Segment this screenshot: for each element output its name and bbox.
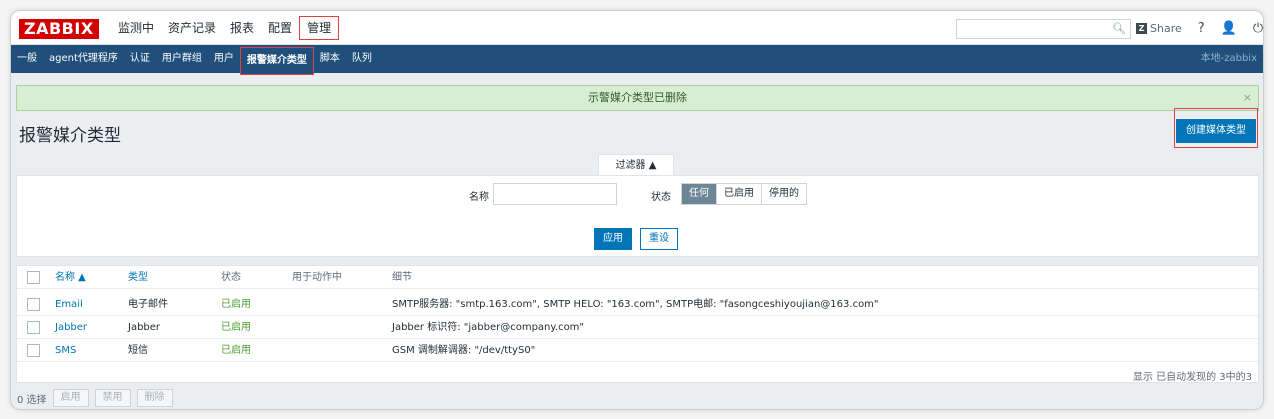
share-label: Share [1150, 21, 1182, 35]
subnav-scripts[interactable]: 脚本 [314, 48, 346, 70]
selected-count: 0 选择 [17, 394, 47, 406]
media-type: 电子邮件 [128, 299, 168, 310]
subnav-users[interactable]: 用户 [208, 48, 240, 70]
table-row: Jabber Jabber 已启用 Jabber 标识符: "jabber@co… [17, 316, 1258, 339]
menu-administration[interactable]: 管理 [299, 16, 340, 40]
media-name-link[interactable]: Email [55, 293, 83, 316]
search-input[interactable] [957, 20, 1107, 38]
filter-panel [16, 175, 1259, 257]
media-details: GSM 调制解调器: "/dev/ttyS0" [392, 345, 536, 356]
share-icon: Z [1136, 22, 1147, 34]
help-icon[interactable]: ? [1198, 21, 1205, 36]
row-checkbox[interactable] [27, 298, 40, 311]
delete-button[interactable]: 删除 [136, 389, 173, 407]
table-row: Email 电子邮件 已启用 SMTP服务器: "smtp.163.com", … [17, 293, 1258, 316]
status-any[interactable]: 任何 [682, 184, 717, 204]
table-header: 名称 ▲ 类型 状态 用于动作中 细节 [17, 266, 1258, 289]
media-details: Jabber 标识符: "jabber@company.com" [392, 322, 585, 333]
subnav-media-types[interactable]: 报警媒介类型 [239, 47, 314, 75]
header-status: 状态 [221, 272, 241, 283]
header-details: 细节 [392, 272, 412, 283]
close-icon[interactable]: × [1243, 86, 1252, 110]
message-text: 示警媒介类型已删除 [588, 91, 687, 104]
subnav-proxies[interactable]: agent代理程序 [43, 48, 124, 70]
media-name-link[interactable]: SMS [55, 339, 76, 362]
zabbix-logo[interactable]: ZABBIX [19, 19, 99, 39]
enable-button[interactable]: 启用 [52, 389, 89, 407]
apply-button[interactable]: 应用 [594, 228, 632, 250]
row-checkbox[interactable] [27, 344, 40, 357]
logout-icon[interactable]: ⏻ [1253, 21, 1263, 36]
filter-status-segmented: 任何 已启用 停用的 [681, 183, 807, 205]
create-media-type-button[interactable]: 创建媒体类型 [1176, 119, 1256, 143]
success-message: 示警媒介类型已删除 × [16, 85, 1259, 111]
search-box[interactable]: 🔍︎ [956, 19, 1131, 39]
status-toggle[interactable]: 已启用 [221, 339, 251, 362]
filter-name-input[interactable] [494, 184, 616, 204]
user-profile-icon[interactable]: 👤 [1221, 21, 1237, 36]
header-type[interactable]: 类型 [128, 266, 148, 289]
table-footer-count: 显示 已自动发现的 3中的3 [1132, 372, 1252, 383]
filter-tab[interactable]: 过滤器 ▲ [598, 154, 674, 176]
select-all-checkbox[interactable] [27, 271, 40, 284]
header-name[interactable]: 名称 ▲ [55, 266, 86, 289]
subnav-general[interactable]: 一般 [11, 48, 43, 70]
media-details: SMTP服务器: "smtp.163.com", SMTP HELO: "163… [392, 299, 879, 310]
app-window: ZABBIX 监测中 资产记录 报表 配置 管理 🔍︎ Z Share ? 👤 … [10, 10, 1264, 410]
subnav-user-groups[interactable]: 用户群组 [156, 48, 208, 70]
status-toggle[interactable]: 已启用 [221, 293, 251, 316]
mass-actions: 0 选择 启用 禁用 删除 [17, 389, 179, 407]
status-disabled[interactable]: 停用的 [762, 184, 806, 204]
row-checkbox[interactable] [27, 321, 40, 334]
media-type: Jabber [128, 322, 161, 333]
sub-navigation: 一般 agent代理程序 认证 用户群组 用户 报警媒介类型 脚本 队列 本地-… [11, 45, 1263, 75]
server-name: 本地-zabbix [1200, 53, 1257, 64]
media-types-table: 名称 ▲ 类型 状态 用于动作中 细节 Email 电子邮件 已启用 SMTP服… [16, 265, 1259, 383]
page-title: 报警媒介类型 [19, 126, 121, 146]
disable-button[interactable]: 禁用 [94, 389, 131, 407]
filter-name-field[interactable] [493, 183, 617, 205]
search-icon[interactable]: 🔍︎ [1112, 22, 1126, 35]
filter-status-label: 状态 [651, 192, 671, 203]
reset-button[interactable]: 重设 [640, 228, 678, 250]
table-row: SMS 短信 已启用 GSM 调制解调器: "/dev/ttyS0" [17, 339, 1258, 362]
menu-configuration[interactable]: 配置 [261, 17, 299, 39]
menu-inventory[interactable]: 资产记录 [161, 17, 223, 39]
share-button[interactable]: Z Share [1136, 22, 1182, 35]
header-used-in-actions: 用于动作中 [292, 272, 342, 283]
status-toggle[interactable]: 已启用 [221, 316, 251, 339]
status-enabled[interactable]: 已启用 [717, 184, 762, 204]
main-menu: 监测中 资产记录 报表 配置 管理 [111, 11, 340, 45]
subnav-queue[interactable]: 队列 [346, 48, 378, 70]
media-type: 短信 [128, 345, 148, 356]
menu-reports[interactable]: 报表 [223, 17, 261, 39]
subnav-authentication[interactable]: 认证 [124, 48, 156, 70]
media-name-link[interactable]: Jabber [55, 316, 87, 339]
top-bar: ZABBIX 监测中 资产记录 报表 配置 管理 🔍︎ Z Share ? 👤 … [11, 11, 1263, 45]
filter-name-label: 名称 [469, 192, 489, 203]
top-right-tools: Z Share ? 👤 ⏻ [1136, 11, 1263, 45]
menu-monitoring[interactable]: 监测中 [111, 17, 161, 39]
